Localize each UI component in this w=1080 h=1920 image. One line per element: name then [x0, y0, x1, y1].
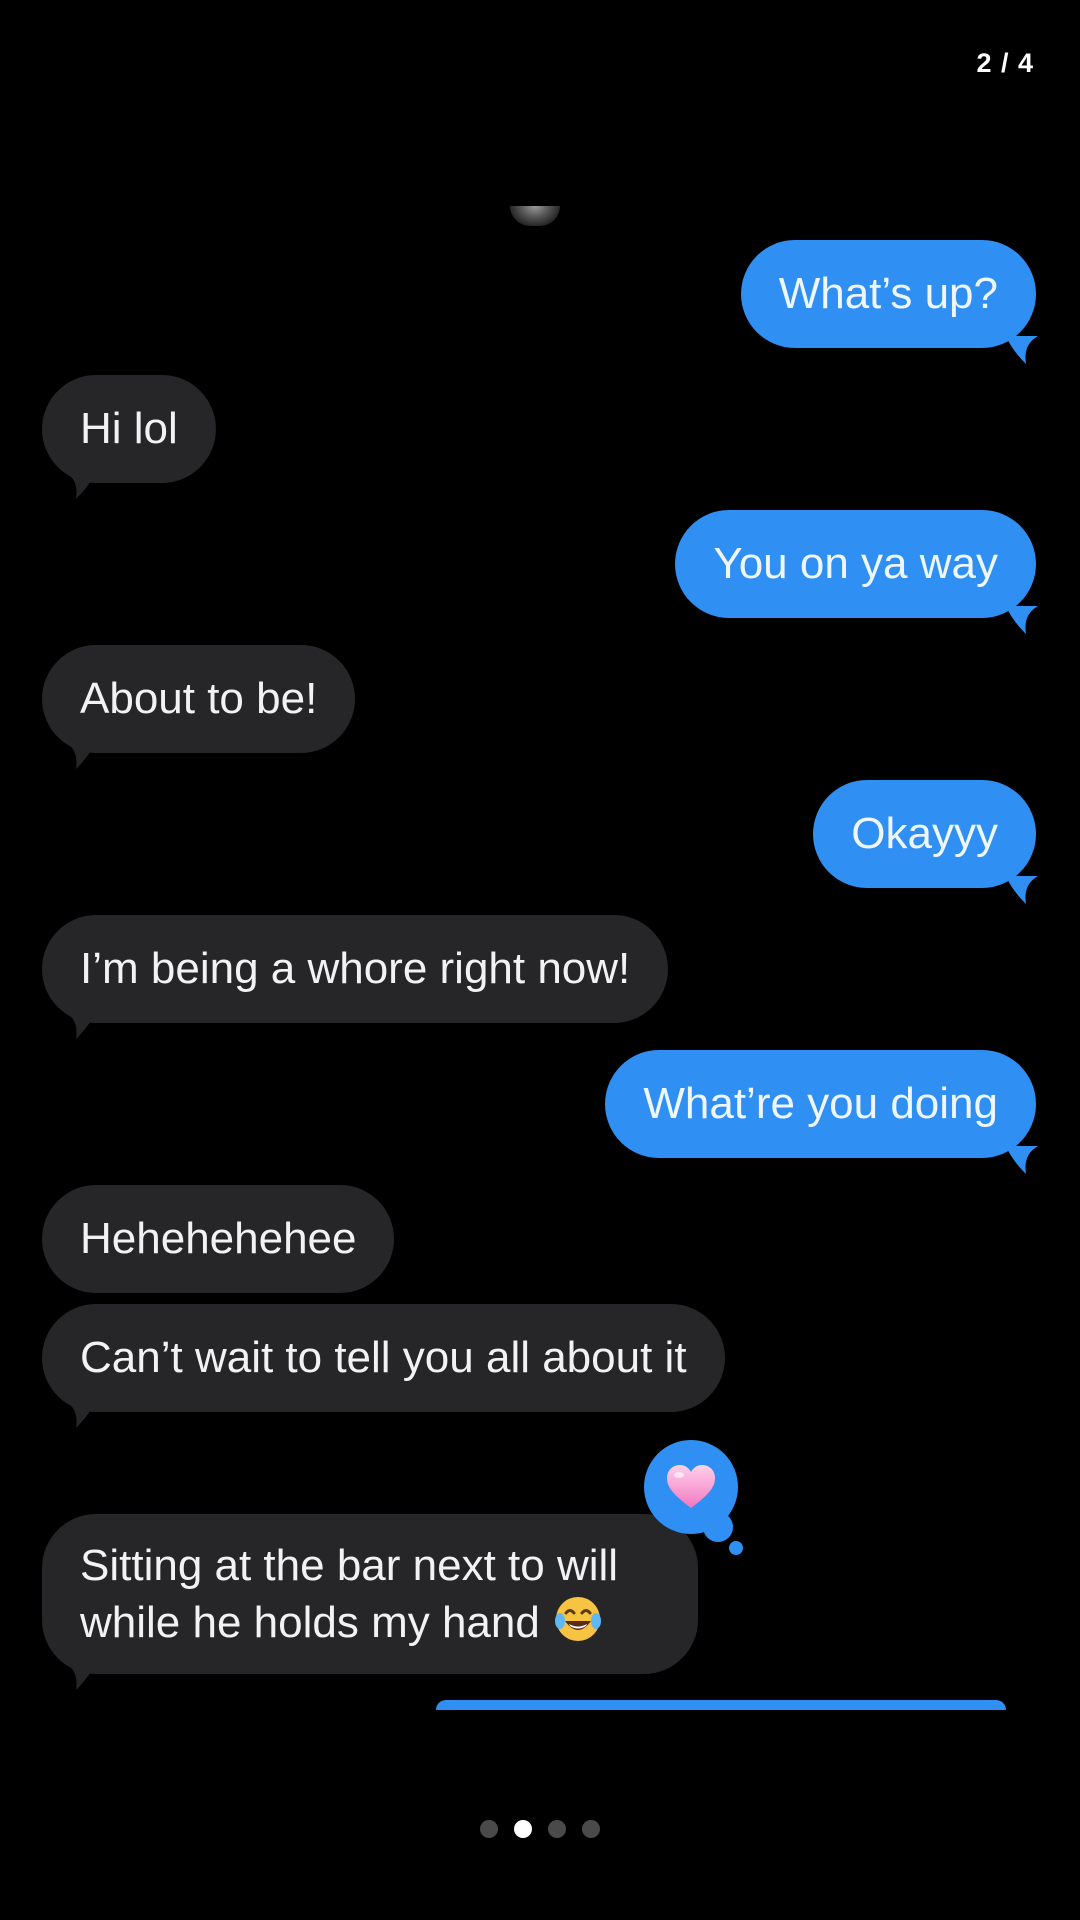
message-bubble-received[interactable]: Hi lol [42, 375, 216, 499]
pagination-dots [0, 1820, 1080, 1838]
message-bubble-sent[interactable]: What’re you doing [605, 1050, 1038, 1174]
message-text: You on ya way [713, 539, 998, 588]
page-dot[interactable] [548, 1820, 566, 1838]
bubble-tail-icon [1006, 876, 1038, 904]
message-text: What’s up? [778, 269, 998, 318]
page-dot[interactable] [480, 1820, 498, 1838]
bubble-tail-icon [1006, 606, 1038, 634]
message-text: About to be! [80, 674, 318, 723]
message-bubble-received[interactable]: About to be! [42, 645, 356, 769]
message-bubble-sent-partial[interactable] [436, 1700, 1006, 1710]
pink-heart-icon [667, 1465, 715, 1508]
message-bubble-received[interactable]: Can’t wait to tell you all about it [42, 1304, 725, 1428]
page-dot-active[interactable] [514, 1820, 532, 1838]
page-dot[interactable] [582, 1820, 600, 1838]
message-text: Sitting at the bar next to will while he… [80, 1541, 619, 1648]
bubble-tail-icon [64, 471, 96, 499]
message-text: Hi lol [80, 404, 178, 453]
bubble-tail-icon [64, 1400, 96, 1428]
message-bubble-sent[interactable]: You on ya way [675, 510, 1038, 634]
message-text: Can’t wait to tell you all about it [80, 1333, 687, 1382]
message-text: What’re you doing [643, 1079, 998, 1128]
message-text: Hehehehehee [80, 1214, 357, 1263]
bubble-tail-icon [1006, 1146, 1038, 1174]
bubble-tail-icon [64, 741, 96, 769]
message-bubble-received[interactable]: Sitting at the bar next to will while he… [42, 1514, 698, 1690]
face-with-tears-of-joy-icon [552, 1593, 604, 1658]
message-bubble-received[interactable]: I’m being a whore right now! [42, 915, 669, 1039]
contact-avatar [510, 206, 560, 226]
message-text: Okayyy [851, 809, 998, 858]
message-bubble-received[interactable]: Hehehehehee [42, 1185, 395, 1293]
message-bubble-sent[interactable]: What’s up? [740, 240, 1038, 364]
bubble-tail-icon [64, 1662, 96, 1690]
bubble-tail-icon [1006, 336, 1038, 364]
message-text: I’m being a whore right now! [80, 944, 631, 993]
bubble-tail-icon [64, 1011, 96, 1039]
page-counter: 2 / 4 [976, 48, 1034, 78]
message-bubble-sent[interactable]: Okayyy [813, 780, 1038, 904]
reaction-badge-tail [703, 1512, 733, 1542]
reaction-badge-tail-dot [729, 1541, 743, 1555]
